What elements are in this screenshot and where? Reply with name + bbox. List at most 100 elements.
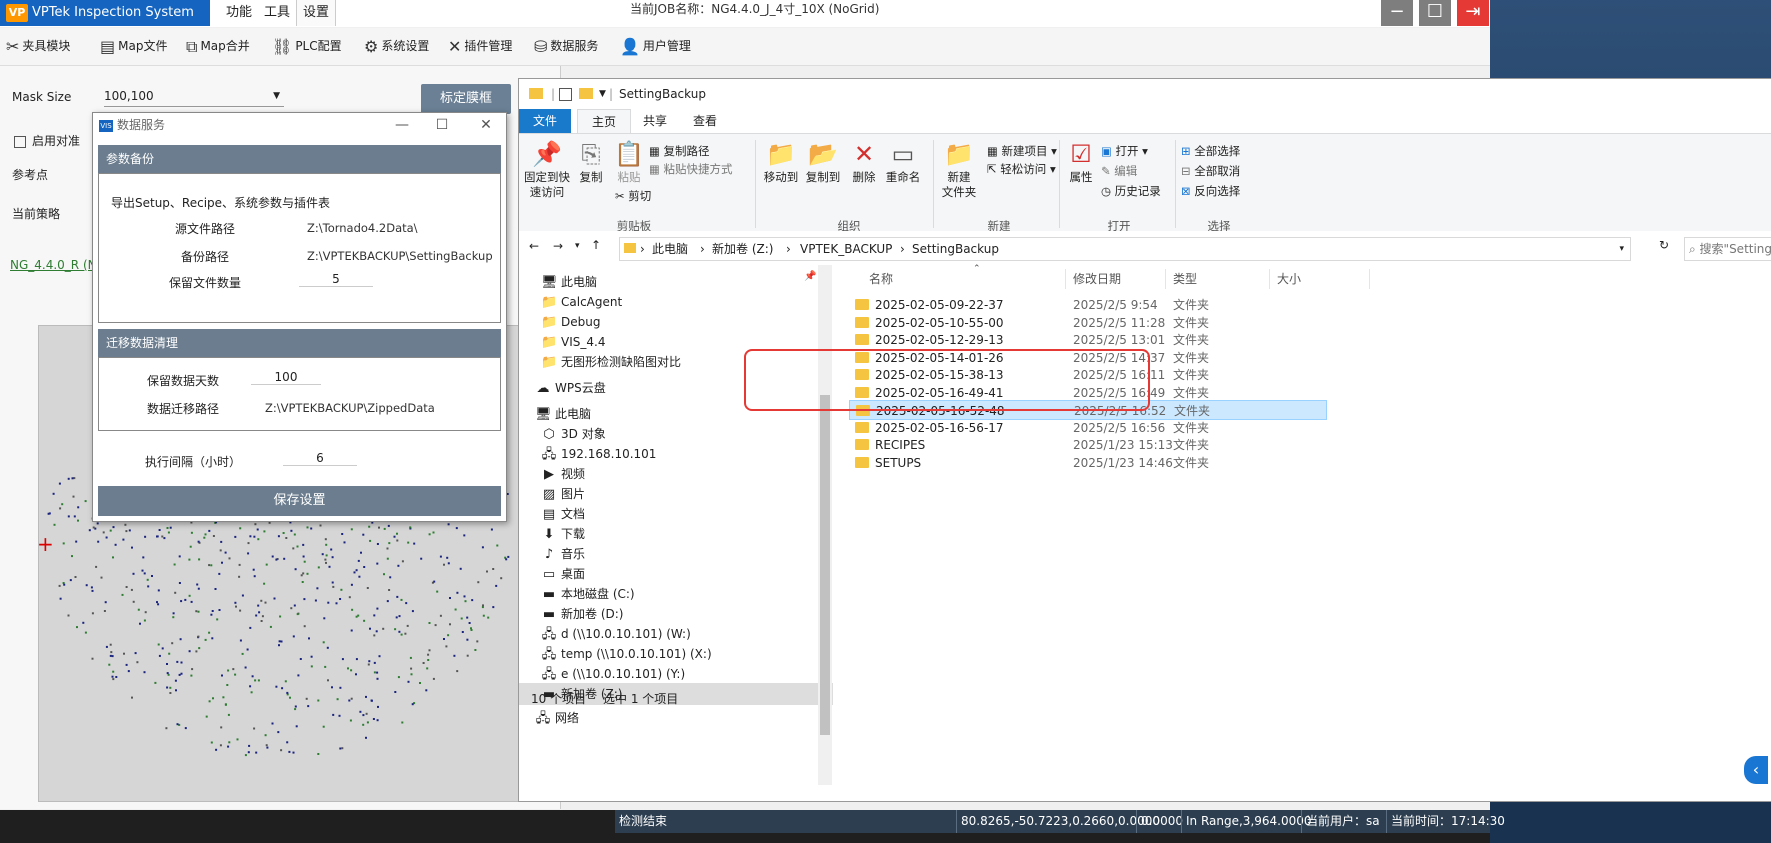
nav-item[interactable]: ▭ 桌面 — [519, 563, 833, 585]
enable-align-checkbox[interactable]: 启用对准 — [14, 132, 80, 149]
toolbar-user-manager[interactable]: 👤 用户管理 — [620, 28, 691, 65]
history-button[interactable]: ◷ 历史记录 — [1101, 182, 1161, 200]
column-date[interactable]: 修改日期 — [1073, 269, 1121, 289]
paste-button[interactable]: 📋 粘贴 — [611, 140, 647, 185]
cut-button[interactable]: ✂ 剪切 — [615, 187, 651, 205]
edit-button[interactable]: ✎ 编辑 — [1101, 162, 1137, 180]
select-none-button[interactable]: ⊟ 全部取消 — [1181, 162, 1240, 180]
toolbar-system-settings[interactable]: ⚙ 系统设置 — [364, 28, 429, 65]
move-to-button[interactable]: 📁 移动到 — [761, 140, 801, 185]
properties-button[interactable]: ☑ 属性 — [1065, 140, 1097, 185]
breadcrumb[interactable]: › 此电脑 › 新加卷 (Z:) › VPTEK_BACKUP › Settin… — [619, 237, 1631, 261]
nav-item[interactable]: 📁 Debug — [519, 311, 833, 333]
nav-item[interactable]: 🖧 网络 — [519, 707, 827, 729]
tab-file[interactable]: 文件 — [519, 109, 572, 133]
forward-icon[interactable]: → — [553, 239, 563, 253]
tab-home[interactable]: 主页 — [577, 109, 632, 134]
file-row[interactable]: SETUPS 2025/1/23 14:46 文件夹 — [849, 453, 1369, 473]
properties-quick-icon[interactable] — [559, 88, 572, 101]
invert-selection-button[interactable]: ⊠ 反向选择 — [1181, 182, 1240, 200]
new-folder-button[interactable]: 📁 新建 文件夹 — [937, 140, 981, 200]
back-icon[interactable]: ← — [529, 239, 539, 253]
nav-item[interactable]: 🖧 192.168.10.101 — [519, 443, 833, 465]
defect-dot — [58, 584, 61, 587]
nav-item[interactable]: ▬ 新加卷 (D:) — [519, 603, 833, 625]
breadcrumb-volume-z[interactable]: 新加卷 (Z:) — [712, 238, 773, 260]
nav-item[interactable]: 📁 CalcAgent — [519, 291, 833, 313]
nav-item[interactable]: 🖧 e (\\10.0.10.101) (Y:) — [519, 663, 833, 685]
interval-input[interactable]: 6 — [283, 451, 357, 466]
defect-dot — [456, 591, 459, 594]
nav-item[interactable]: ▶ 视频 — [519, 463, 833, 485]
copy-button[interactable]: ⎘ 复制 — [575, 140, 607, 185]
backup-path-value[interactable]: Z:\VPTEKBACKUP\SettingBackup — [307, 249, 493, 263]
breadcrumb-settingbackup[interactable]: SettingBackup — [912, 238, 999, 260]
toolbar-map-file[interactable]: ▤ Map文件 — [100, 28, 167, 65]
side-expand-button[interactable]: ‹ — [1744, 756, 1768, 784]
mask-size-combo[interactable]: 100,100 ▼ — [104, 86, 284, 107]
nav-item[interactable]: ▬ 本地磁盘 (C:) — [519, 583, 833, 605]
exit-button[interactable]: ⇥ — [1457, 0, 1489, 26]
paste-shortcut-button[interactable]: ▦ 粘贴快捷方式 — [649, 160, 733, 178]
keep-count-input[interactable]: 5 — [299, 272, 373, 287]
defect-dot — [166, 672, 169, 675]
nav-item[interactable]: 🖧 temp (\\10.0.10.101) (X:) — [519, 643, 833, 665]
refresh-icon[interactable]: ↻ — [1659, 238, 1669, 252]
nav-item[interactable]: ⬡ 3D 对象 — [519, 423, 833, 445]
nav-scrollbar[interactable] — [818, 265, 832, 785]
recent-locations-icon[interactable]: ▾ — [575, 241, 580, 251]
breadcrumb-this-pc[interactable]: 此电脑 — [652, 238, 688, 260]
save-settings-button[interactable]: 保存设置 — [98, 486, 501, 516]
breadcrumb-vptek-backup[interactable]: VPTEK_BACKUP — [800, 238, 892, 260]
pin-quick-access-button[interactable]: 📌 固定到快 速访问 — [523, 140, 571, 200]
nav-item[interactable]: ♪ 音乐 — [519, 543, 833, 565]
menu-function[interactable]: 功能 — [220, 0, 258, 26]
menu-tools[interactable]: 工具 — [258, 0, 296, 26]
toolbar-plugin-manager[interactable]: ✕ 插件管理 — [448, 28, 512, 65]
calibrate-frame-button[interactable]: 标定膜框 — [421, 84, 511, 114]
new-folder-quick-icon[interactable] — [579, 88, 593, 99]
defect-dot — [256, 528, 259, 531]
copy-path-button[interactable]: ▦ 复制路径 — [649, 142, 710, 160]
toolbar-map-merge[interactable]: ⧉ Map合并 — [186, 28, 250, 65]
nav-item[interactable]: ⬇ 下载 — [519, 523, 833, 545]
nav-item[interactable]: ▤ 文档 — [519, 503, 833, 525]
toolbar-clamp-module[interactable]: ✂ 夹具模块 — [6, 28, 70, 65]
defect-dot — [69, 579, 72, 582]
dialog-maximize-button[interactable]: ☐ — [427, 113, 457, 137]
easy-access-button[interactable]: ⇱ 轻松访问 ▾ — [987, 160, 1056, 178]
menu-settings[interactable]: 设置 — [296, 0, 337, 26]
source-path-value[interactable]: Z:\Tornado4.2Data\ — [307, 221, 418, 235]
nav-scrollbar-thumb[interactable] — [820, 395, 830, 735]
nav-item-label: e (\\10.0.10.101) (Y:) — [561, 667, 686, 681]
customize-qat-icon[interactable]: ▼ — [599, 79, 606, 109]
dialog-close-button[interactable]: ✕ — [471, 113, 501, 137]
delete-button[interactable]: ✕ 删除 — [849, 140, 879, 185]
migrate-path-value[interactable]: Z:\VPTEKBACKUP\ZippedData — [265, 401, 435, 415]
toolbar-data-service[interactable]: ⛁ 数据服务 — [534, 28, 598, 65]
new-item-button[interactable]: ▦ 新建项目 ▾ — [987, 142, 1057, 160]
nav-item[interactable]: 🖧 d (\\10.0.10.101) (W:) — [519, 623, 833, 645]
minimize-button[interactable]: − — [1381, 0, 1413, 26]
nav-item[interactable]: ▨ 图片 — [519, 483, 833, 505]
tab-share[interactable]: 共享 — [629, 109, 681, 133]
dialog-minimize-button[interactable]: — — [387, 113, 417, 137]
column-size[interactable]: 大小 — [1277, 269, 1301, 289]
defect-dot — [331, 686, 333, 689]
column-name[interactable]: 名称 — [869, 269, 893, 289]
mask-size-label: Mask Size — [12, 90, 72, 104]
keep-days-input[interactable]: 100 — [251, 370, 321, 385]
rename-button[interactable]: ▭ 重命名 — [883, 140, 923, 185]
up-icon[interactable]: ↑ — [591, 238, 601, 252]
search-input[interactable]: ⌕ 搜索"SettingBackup" — [1684, 237, 1771, 261]
column-type[interactable]: 类型 — [1173, 269, 1197, 289]
select-all-button[interactable]: ⊞ 全部选择 — [1181, 142, 1240, 160]
copy-to-button[interactable]: 📂 复制到 — [803, 140, 843, 185]
tab-view[interactable]: 查看 — [679, 109, 731, 133]
open-button[interactable]: ▣ 打开 ▾ — [1101, 142, 1148, 160]
maximize-button[interactable]: ☐ — [1419, 0, 1451, 26]
toolbar-plc-config[interactable]: ⛓ PLC配置 — [272, 28, 342, 65]
chevron-down-icon[interactable]: ▾ — [1619, 238, 1624, 260]
nav-item[interactable]: 🖥 此电脑 — [519, 271, 833, 293]
defect-dot — [67, 515, 70, 518]
